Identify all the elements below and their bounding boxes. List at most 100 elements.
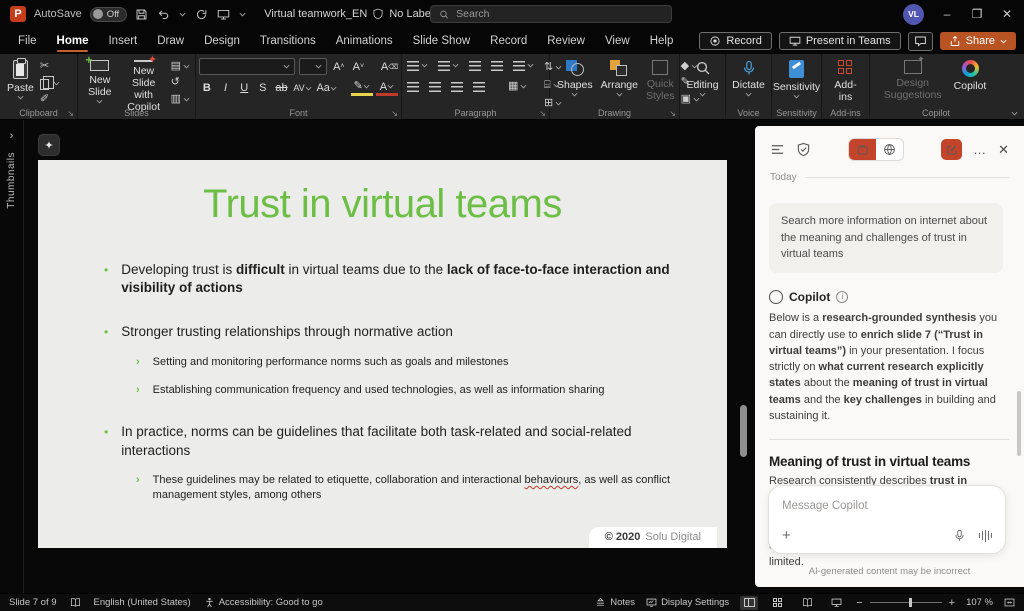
hamburger-menu-icon[interactable]: [770, 142, 785, 157]
slide-canvas[interactable]: Trust in virtual teams • Developing trust…: [38, 160, 727, 548]
search-box[interactable]: [430, 5, 672, 23]
tab-help[interactable]: Help: [640, 30, 684, 52]
zoom-slider-handle[interactable]: [909, 598, 913, 607]
message-input-box[interactable]: +: [768, 485, 1006, 554]
zoom-in-button[interactable]: +: [949, 597, 955, 609]
copy-button[interactable]: [38, 76, 62, 90]
paragraph-dialog-launcher[interactable]: ↘: [539, 109, 546, 118]
expand-thumbnails-icon[interactable]: ›: [10, 130, 14, 142]
customize-qat-chevron-icon[interactable]: [239, 12, 246, 17]
zoom-slider[interactable]: [869, 598, 942, 607]
align-center-button[interactable]: [427, 79, 443, 94]
reading-view-button[interactable]: [798, 596, 816, 610]
redo-icon[interactable]: [195, 8, 208, 21]
tab-file[interactable]: File: [8, 30, 47, 52]
bold-button[interactable]: B: [199, 80, 215, 96]
clipboard-dialog-launcher[interactable]: ↘: [67, 109, 74, 118]
thumbnails-panel-collapsed[interactable]: › Thumbnails: [0, 120, 24, 593]
slideshow-view-button[interactable]: [827, 596, 845, 610]
pane-scrollbar-thumb[interactable]: [1017, 391, 1021, 456]
shapes-button[interactable]: Shapes: [553, 58, 597, 106]
addins-button[interactable]: Add-ins: [825, 58, 866, 105]
spellcheck-icon[interactable]: [70, 597, 81, 608]
undo-icon[interactable]: [157, 8, 170, 21]
cut-button[interactable]: ✂: [38, 60, 62, 73]
editing-button[interactable]: Editing: [683, 58, 722, 99]
sensitivity-button[interactable]: Sensitivity: [773, 58, 820, 101]
accessibility-status[interactable]: Accessibility: Good to go: [204, 597, 323, 608]
new-slide-with-copilot-button[interactable]: ✦ New Slide with Copilot: [119, 54, 169, 113]
arrange-button[interactable]: Arrange: [597, 58, 642, 106]
slide-body[interactable]: • Developing trust is difficult in virtua…: [38, 227, 727, 502]
slide-sorter-view-button[interactable]: [769, 596, 787, 610]
minimize-button[interactable]: –: [940, 7, 954, 21]
change-case-button[interactable]: Aa: [316, 80, 338, 96]
increase-indent-button[interactable]: [489, 58, 505, 73]
share-button[interactable]: Share: [939, 32, 1016, 50]
bullets-button[interactable]: [405, 58, 430, 73]
strikethrough-button[interactable]: ab: [274, 80, 290, 96]
italic-button[interactable]: I: [218, 80, 234, 96]
record-button[interactable]: Record: [699, 32, 772, 50]
line-spacing-button[interactable]: [511, 58, 536, 73]
font-dialog-launcher[interactable]: ↘: [391, 109, 398, 118]
tab-transitions[interactable]: Transitions: [250, 30, 326, 52]
close-button[interactable]: ✕: [1000, 7, 1014, 21]
font-color-button[interactable]: A: [375, 80, 398, 96]
tab-home[interactable]: Home: [47, 30, 99, 52]
zoom-level[interactable]: 107 %: [966, 597, 993, 608]
new-chat-button[interactable]: [941, 139, 963, 160]
close-pane-button[interactable]: ✕: [998, 142, 1009, 158]
add-attachment-button[interactable]: +: [782, 527, 791, 544]
message-input[interactable]: [782, 500, 992, 512]
tab-design[interactable]: Design: [194, 30, 250, 52]
section-button[interactable]: ▥: [169, 93, 192, 106]
justify-button[interactable]: [471, 79, 487, 94]
dictate-button[interactable]: Dictate: [729, 58, 768, 99]
drawing-dialog-launcher[interactable]: ↘: [669, 109, 676, 118]
font-size-combobox[interactable]: [298, 58, 328, 75]
tab-review[interactable]: Review: [537, 30, 595, 52]
decrease-indent-button[interactable]: [467, 58, 483, 73]
work-mode-tab[interactable]: [849, 139, 877, 160]
font-name-combobox[interactable]: [199, 58, 295, 75]
copilot-button[interactable]: Copilot: [950, 58, 991, 106]
format-painter-button[interactable]: ✐: [38, 93, 62, 106]
display-settings-button[interactable]: Display Settings: [646, 597, 729, 608]
language-indicator[interactable]: English (United States): [94, 597, 191, 608]
undo-chevron-icon[interactable]: [179, 12, 186, 17]
underline-button[interactable]: U: [236, 80, 252, 96]
canvas-scrollbar-thumb[interactable]: [740, 405, 747, 457]
paste-button[interactable]: Paste: [3, 58, 38, 106]
comments-button[interactable]: [907, 31, 933, 51]
columns-button[interactable]: ▦: [506, 79, 529, 94]
present-in-teams-button[interactable]: Present in Teams: [778, 32, 901, 50]
tab-view[interactable]: View: [595, 30, 640, 52]
reset-slide-button[interactable]: ↺: [169, 76, 192, 89]
more-options-button[interactable]: …: [973, 142, 987, 157]
zoom-out-button[interactable]: −: [856, 597, 862, 609]
quick-styles-button[interactable]: Quick Styles: [642, 58, 679, 106]
slide-layout-button[interactable]: ▤: [169, 60, 192, 73]
microphone-icon[interactable]: [953, 529, 966, 542]
character-spacing-button[interactable]: AV: [292, 80, 312, 96]
search-input[interactable]: [456, 8, 663, 20]
numbering-button[interactable]: [436, 58, 461, 73]
decrease-font-size-button[interactable]: A ˅: [351, 59, 367, 75]
copilot-canvas-button[interactable]: ✦: [38, 134, 60, 156]
slide-title[interactable]: Trust in virtual teams: [38, 160, 727, 227]
tab-insert[interactable]: Insert: [98, 30, 147, 52]
save-icon[interactable]: [135, 8, 148, 21]
new-slide-button[interactable]: + New Slide: [81, 53, 119, 106]
clear-formatting-button[interactable]: A ⌫: [381, 59, 398, 75]
voice-waveform-icon[interactable]: [978, 529, 992, 542]
info-icon[interactable]: i: [836, 291, 849, 304]
web-mode-tab[interactable]: [876, 139, 903, 160]
tab-animations[interactable]: Animations: [326, 30, 403, 52]
autosave-toggle[interactable]: Off: [89, 6, 128, 22]
slide-indicator[interactable]: Slide 7 of 9: [9, 597, 57, 608]
collapse-ribbon-chevron-icon[interactable]: [1011, 111, 1018, 116]
slideshow-icon[interactable]: [217, 8, 230, 21]
restore-button[interactable]: ❐: [970, 7, 984, 21]
text-highlight-button[interactable]: ✎: [350, 80, 373, 96]
